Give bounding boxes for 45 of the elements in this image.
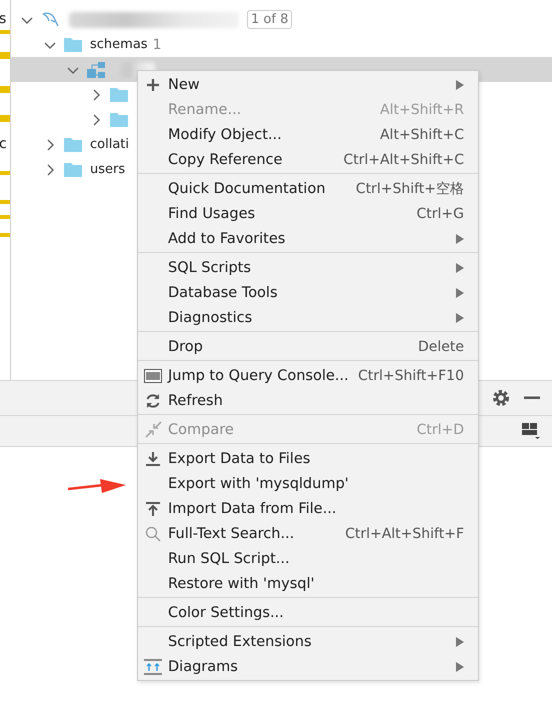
menu-item[interactable]: SQL Scripts [138, 255, 478, 280]
cut-off-text: c [0, 136, 7, 152]
minimize-icon[interactable] [524, 396, 540, 400]
menu-item[interactable]: Diagrams [138, 654, 478, 679]
menu-item[interactable]: Add to Favorites [138, 226, 478, 251]
folder-icon [64, 37, 82, 52]
menu-item[interactable]: Diagnostics [138, 305, 478, 330]
count-badge: 1 of 8 [247, 10, 292, 29]
settings-icon[interactable] [492, 389, 510, 407]
schema-icon [87, 60, 107, 78]
folder-icon [64, 162, 82, 177]
menu-item[interactable]: Copy Reference Ctrl+Alt+Shift+C [138, 147, 478, 172]
menu-item[interactable]: Drop Delete [138, 334, 478, 359]
folder-icon [64, 137, 82, 152]
menu-item[interactable]: Color Settings... [138, 600, 478, 625]
console-icon [144, 368, 162, 382]
layout-icon[interactable] [522, 423, 540, 439]
menu-item[interactable]: Refresh [138, 388, 478, 413]
menu-item[interactable]: Restore with 'mysql' [138, 571, 478, 596]
menu-item[interactable]: Full-Text Search... Ctrl+Alt+Shift+F [138, 521, 478, 546]
tree-label[interactable]: users [90, 162, 126, 177]
menu-item[interactable]: Import Data from File... [138, 496, 478, 521]
menu-item[interactable]: Modify Object... Alt+Shift+C [138, 122, 478, 147]
menu-item[interactable]: New [138, 72, 478, 97]
cut-off-text: s [0, 11, 6, 27]
compare-icon [144, 421, 162, 438]
tree-label[interactable]: collati [90, 137, 129, 152]
folder-icon [110, 87, 128, 102]
diagram-icon [144, 658, 162, 674]
menu-item[interactable]: Export with 'mysqldump' [138, 471, 478, 496]
download-icon [145, 450, 161, 466]
menu-item[interactable]: Jump to Query Console... Ctrl+Shift+F10 [138, 363, 478, 388]
folder-icon [110, 112, 128, 127]
upload-icon [145, 500, 161, 516]
menu-item[interactable]: Database Tools [138, 280, 478, 305]
refresh-icon [145, 392, 161, 408]
menu-item[interactable]: Find Usages Ctrl+G [138, 201, 478, 226]
menu-item[interactable]: Quick Documentation Ctrl+Shift+空格 [138, 176, 478, 201]
plus-icon [146, 78, 160, 92]
tree-count: 1 [152, 36, 162, 52]
menu-item[interactable]: Run SQL Script... [138, 546, 478, 571]
menu-item[interactable]: Export Data to Files [138, 446, 478, 471]
menu-item[interactable]: Scripted Extensions [138, 629, 478, 654]
tree-label[interactable]: schemas [90, 37, 148, 52]
search-icon [145, 526, 161, 542]
